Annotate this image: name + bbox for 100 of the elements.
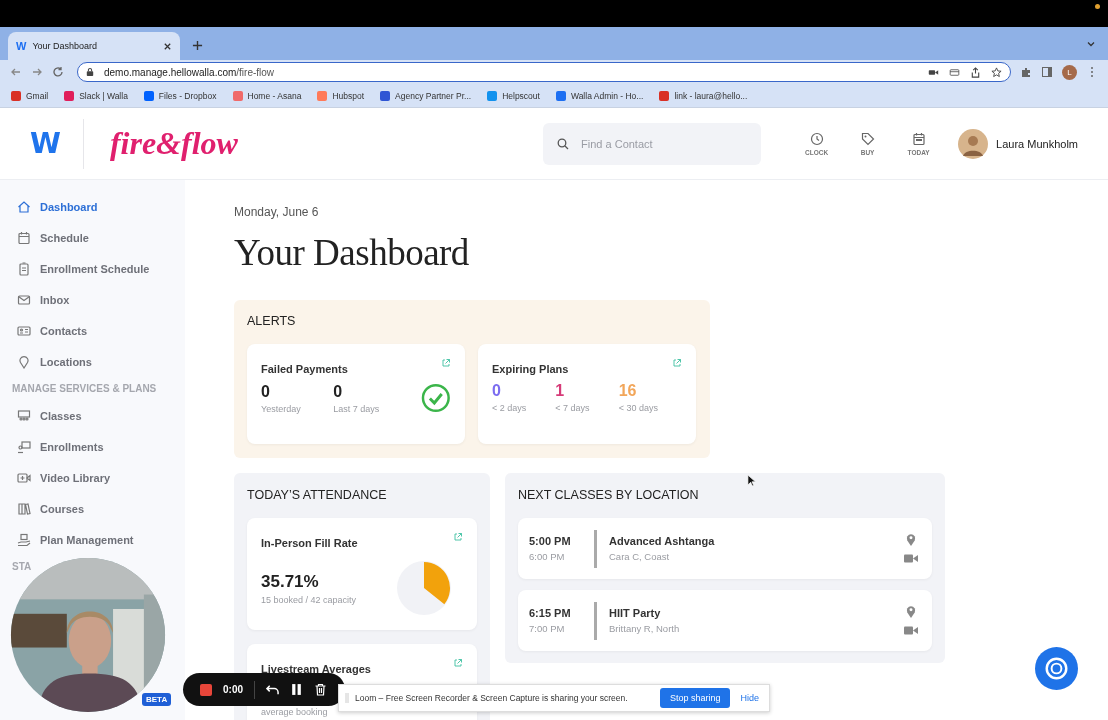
sidebar-item[interactable]: Classes: [0, 408, 185, 424]
tag-icon: [860, 131, 875, 146]
card-icon[interactable]: [949, 66, 960, 78]
search-icon: [557, 137, 570, 150]
livestream-caption: average booking: [261, 707, 328, 717]
sidebar-item[interactable]: Schedule: [0, 230, 185, 246]
sidebar-item[interactable]: Enrollment Schedule: [0, 261, 185, 277]
books-icon: [17, 502, 31, 516]
class-detail: Brittany R, North: [609, 623, 681, 634]
class-card[interactable]: 6:15 PM 7:00 PM HIIT Party Brittany R, North: [518, 590, 932, 651]
bookmark[interactable]: Hubspot: [317, 90, 365, 101]
undo-icon[interactable]: [266, 683, 279, 696]
pin-icon: [17, 355, 31, 369]
stop-sharing-button[interactable]: Stop sharing: [659, 688, 731, 708]
address-bar[interactable]: demo.manage.hellowalla.com/fire-flow: [77, 62, 1011, 82]
pie-slice: [424, 562, 450, 605]
end-time: 7:00 PM: [529, 623, 566, 634]
video-camera-icon: [17, 471, 31, 485]
search-field[interactable]: Find a Contact: [543, 122, 762, 165]
bookmark-icon: [232, 90, 243, 101]
sidebar-item[interactable]: Dashboard: [0, 199, 185, 215]
pin-icon: [904, 604, 918, 618]
clipboard-icon: [17, 262, 31, 276]
bookmark[interactable]: Files - Dropbox: [143, 90, 217, 101]
status-dot: [1095, 4, 1100, 9]
envelope-icon: [17, 293, 31, 307]
user-name[interactable]: Laura Munkholm: [996, 137, 1078, 150]
page-date: Monday, June 6: [234, 205, 320, 219]
calendar-icon: [17, 231, 31, 245]
trash-icon[interactable]: [314, 683, 327, 696]
sidebar-item[interactable]: Enrollments: [0, 439, 185, 455]
bookmark-icon: [380, 90, 391, 101]
bookmark[interactable]: link - laura@hello...: [659, 90, 748, 101]
start-time: 6:15 PM: [529, 607, 572, 619]
stat-value: 16: [618, 382, 638, 400]
stat-caption: < 30 days: [618, 403, 659, 413]
share-icon[interactable]: [970, 66, 981, 78]
bookmark-icon: [317, 90, 328, 101]
section-label: MANAGE SERVICES & PLANS: [11, 382, 158, 396]
stat-caption: Last 7 days: [333, 403, 381, 414]
bookmark-icon: [11, 90, 21, 101]
stat-value: 1: [555, 382, 566, 400]
sidebar-item[interactable]: Video Library: [0, 470, 185, 486]
stop-recording-button[interactable]: [200, 683, 212, 696]
card-title: In-Person Fill Rate: [261, 537, 358, 549]
stat-value: 0: [492, 382, 502, 400]
bookmark[interactable]: Helpscout: [487, 90, 540, 101]
sidebar-icon[interactable]: [1041, 66, 1053, 78]
panel-title: TODAY’S ATTENDANCE: [247, 488, 388, 502]
sidebar-item[interactable]: Contacts: [0, 323, 185, 339]
brand-logo[interactable]: W: [30, 127, 61, 160]
pin-icon: [904, 532, 918, 546]
fill-rate-caption: 15 booked / 42 capacity: [261, 594, 357, 605]
sidebar-item[interactable]: Courses: [0, 501, 185, 517]
panel-title: NEXT CLASSES BY LOCATION: [518, 488, 700, 502]
bookmark-icon: [64, 90, 75, 101]
star-icon[interactable]: [991, 66, 1002, 78]
new-tab-icon[interactable]: [192, 40, 203, 51]
class-name: Advanced Ashtanga: [609, 535, 716, 547]
url-text: demo.manage.hellowalla.com/fire-flow: [104, 66, 275, 78]
bookmark-icon: [555, 90, 566, 101]
bookmark[interactable]: Slack | Walla: [64, 90, 128, 101]
bookmark-icon: [659, 90, 670, 101]
stat-caption: < 7 days: [555, 403, 591, 413]
bookmark[interactable]: Gmail: [11, 90, 49, 101]
class-detail: Cara C, Coast: [609, 551, 671, 562]
forward-icon[interactable]: [31, 66, 43, 78]
pause-icon[interactable]: [290, 683, 303, 696]
panel-title: ALERTS: [247, 314, 297, 328]
chevron-down-icon[interactable]: [1086, 39, 1096, 49]
bookmark[interactable]: Home - Asana: [232, 90, 302, 101]
page-title: Your Dashboard: [234, 231, 470, 274]
sidebar-item[interactable]: Plan Management: [0, 532, 185, 548]
class-card[interactable]: 5:00 PM 6:00 PM Advanced Ashtanga Cara C, Coast: [518, 518, 932, 579]
section-label: STA: [11, 560, 33, 574]
avatar[interactable]: [958, 128, 989, 159]
bookmark[interactable]: Walla Admin - Ho...: [555, 90, 644, 101]
puzzle-icon[interactable]: [1020, 66, 1032, 78]
home-icon: [17, 200, 31, 214]
browser-tab[interactable]: W Your Dashboard: [8, 32, 180, 60]
stat-caption: Yesterday: [261, 403, 302, 414]
tab-title: Your Dashboard: [32, 41, 99, 51]
card-title: Failed Payments: [261, 363, 348, 375]
back-icon[interactable]: [10, 66, 22, 78]
beta-badge: BETA: [142, 693, 172, 706]
reload-icon[interactable]: [52, 66, 64, 78]
profile-button[interactable]: L: [1062, 64, 1077, 80]
recording-time: 0:00: [223, 684, 243, 695]
close-icon[interactable]: [163, 41, 172, 51]
clock-icon: [809, 131, 824, 146]
studio-logo: fire&flow: [109, 125, 238, 162]
favicon: W: [16, 40, 27, 52]
sidebar-item[interactable]: Inbox: [0, 292, 185, 308]
hide-link[interactable]: Hide: [736, 693, 763, 703]
calendar-icon: [911, 131, 926, 146]
fill-rate-value: 35.71%: [261, 571, 320, 592]
help-chat-button[interactable]: [1035, 647, 1078, 690]
bookmark[interactable]: Agency Partner Pr...: [380, 90, 472, 101]
sidebar-item[interactable]: Locations: [0, 354, 185, 370]
person-icon: [17, 440, 31, 454]
